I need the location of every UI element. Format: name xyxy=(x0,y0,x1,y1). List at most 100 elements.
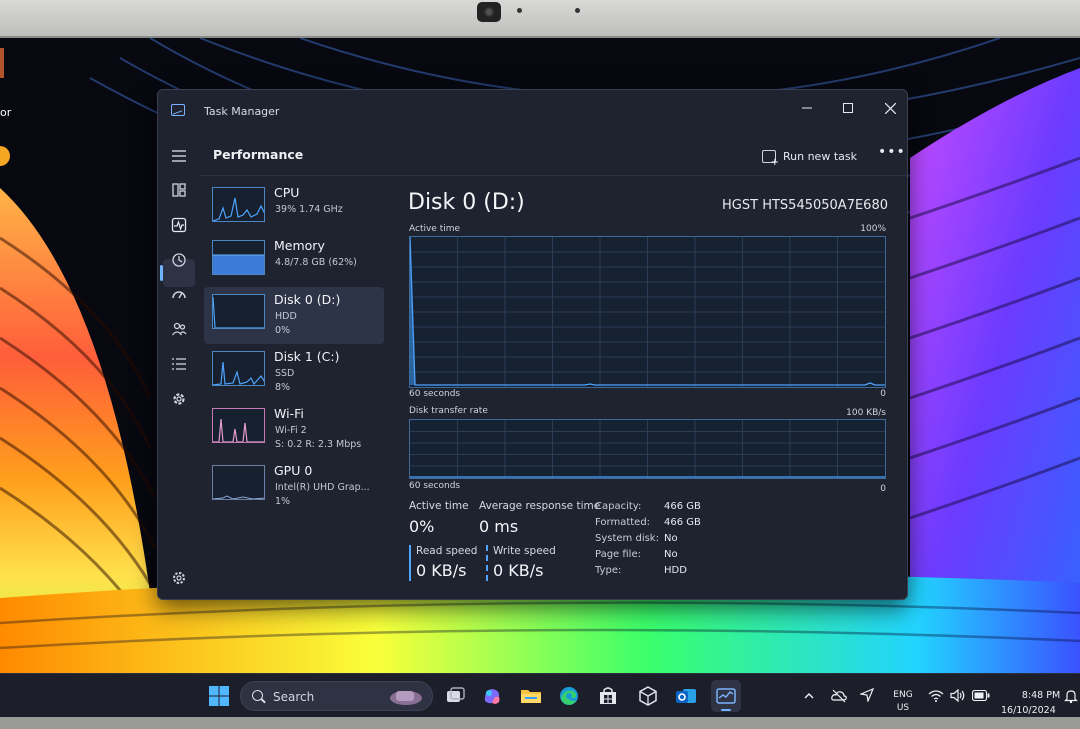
disk0-thumbnail-graph xyxy=(212,294,265,329)
memory-thumbnail-graph xyxy=(212,240,265,275)
rail-active-indicator xyxy=(160,265,163,281)
microsoft-store-icon[interactable] xyxy=(597,685,619,707)
maximize-button[interactable] xyxy=(831,95,865,121)
app-history-icon[interactable] xyxy=(167,248,191,272)
language-indicator[interactable]: ENG US xyxy=(892,689,914,715)
prop-label: Type: xyxy=(595,565,622,576)
taskbar: Search xyxy=(0,673,1080,717)
services-icon[interactable] xyxy=(167,387,191,411)
device-item-memory[interactable]: Memory 4.8/7.8 GB (62%) xyxy=(204,233,384,290)
navigation-rail xyxy=(158,138,200,599)
performance-icon[interactable] xyxy=(167,213,191,237)
minimize-button[interactable] xyxy=(790,95,824,121)
wifi-icon[interactable] xyxy=(928,689,944,705)
disk-title: Disk 0 (D:) xyxy=(408,190,525,215)
users-icon[interactable] xyxy=(167,317,191,341)
header-divider xyxy=(200,175,907,176)
close-icon xyxy=(884,102,896,115)
page-title: Performance xyxy=(213,147,304,162)
sensor-dot xyxy=(575,8,580,13)
graph2-max: 100 KB/s xyxy=(846,408,886,418)
device-name: Memory xyxy=(274,238,325,253)
window-title: Task Manager xyxy=(204,105,280,118)
gpu-thumbnail-graph xyxy=(212,465,265,500)
clock-time[interactable]: 8:48 PM xyxy=(1016,690,1066,701)
write-speed-value: 0 KB/s xyxy=(493,561,544,580)
volume-icon[interactable] xyxy=(950,688,966,705)
close-button[interactable] xyxy=(873,95,907,121)
sensor-dot xyxy=(517,8,522,13)
prop-label: Formatted: xyxy=(595,517,651,528)
prop-label: Capacity: xyxy=(595,501,642,512)
webcam xyxy=(477,2,501,22)
device-stat: 0% xyxy=(275,325,291,336)
device-type: SSD xyxy=(275,368,295,379)
prop-label: System disk: xyxy=(595,533,659,544)
wifi-thumbnail-graph xyxy=(212,408,265,443)
prop-value: No xyxy=(664,549,678,560)
file-explorer-icon[interactable] xyxy=(520,685,542,707)
task-view-icon[interactable] xyxy=(444,685,466,707)
device-item-cpu[interactable]: CPU 39% 1.74 GHz xyxy=(204,180,384,237)
cpu-thumbnail-graph xyxy=(212,187,265,222)
app-cube-icon[interactable] xyxy=(637,685,659,707)
active-time-value: 0% xyxy=(409,517,435,536)
settings-gear-icon[interactable] xyxy=(167,566,191,590)
prop-value: No xyxy=(664,533,678,544)
read-speed-value: 0 KB/s xyxy=(416,561,467,580)
device-item-disk0[interactable]: Disk 0 (D:) HDD 0% xyxy=(204,287,384,344)
start-button[interactable] xyxy=(208,685,230,707)
graph1-min: 0 xyxy=(880,389,886,399)
startup-apps-icon[interactable] xyxy=(167,283,191,307)
search-icon xyxy=(252,690,263,701)
run-new-task-label: Run new task xyxy=(783,149,857,163)
search-label: Search xyxy=(273,690,315,704)
avg-response-label: Average response time xyxy=(479,500,601,512)
notification-bell-icon[interactable] xyxy=(1064,689,1078,706)
avg-response-value: 0 ms xyxy=(479,517,519,536)
laptop-chin xyxy=(0,717,1080,729)
device-item-wifi[interactable]: Wi-Fi Wi-Fi 2 S: 0.2 R: 2.3 Mbps xyxy=(204,401,384,458)
active-time-graph xyxy=(409,236,886,388)
device-stat: 1% xyxy=(275,496,291,507)
maximize-icon xyxy=(843,103,853,113)
prop-value: 466 GB xyxy=(664,517,701,528)
prop-value: HDD xyxy=(664,565,687,576)
device-item-disk1[interactable]: Disk 1 (C:) SSD 8% xyxy=(204,344,384,401)
laptop-bezel xyxy=(0,0,1080,38)
language-label: ENG xyxy=(893,690,913,700)
battery-icon[interactable] xyxy=(971,689,990,704)
performance-device-list: CPU 39% 1.74 GHz Memory 4.8/7.8 GB (62%)… xyxy=(202,180,387,510)
chevron-up-icon[interactable] xyxy=(803,690,815,705)
write-speed-label: Write speed xyxy=(493,545,556,557)
run-new-task-button[interactable]: Run new task xyxy=(762,145,857,168)
device-stat: 4.8/7.8 GB (62%) xyxy=(275,257,357,268)
details-icon[interactable] xyxy=(167,352,191,376)
graph2-label: Disk transfer rate xyxy=(409,406,488,416)
location-icon[interactable] xyxy=(858,687,875,705)
graph2-time-label: 60 seconds xyxy=(409,481,461,491)
graph1-label: Active time xyxy=(409,224,461,234)
copilot-icon[interactable] xyxy=(481,685,503,707)
disk-model: HGST HTS545050A7E680 xyxy=(722,198,888,213)
outlook-icon[interactable] xyxy=(675,685,697,707)
search-highlight-icon xyxy=(390,691,422,705)
desktop-icon-label[interactable]: or xyxy=(0,106,11,119)
task-manager-window: Task Manager Performance + Run new task … xyxy=(157,89,908,600)
hamburger-menu-icon[interactable] xyxy=(167,144,191,168)
device-item-gpu[interactable]: GPU 0 Intel(R) UHD Grap... 1% xyxy=(204,458,384,515)
prop-value: 466 GB xyxy=(664,501,701,512)
taskbar-search-box[interactable]: Search xyxy=(240,681,433,711)
clock-date[interactable]: 16/10/2024 xyxy=(1001,705,1056,716)
disk1-thumbnail-graph xyxy=(212,351,265,386)
title-bar[interactable]: Task Manager xyxy=(158,90,907,126)
cloud-offline-icon[interactable] xyxy=(831,689,847,706)
device-stat: S: 0.2 R: 2.3 Mbps xyxy=(275,439,362,450)
processes-icon[interactable] xyxy=(167,178,191,202)
device-type: HDD xyxy=(275,311,297,322)
edge-browser-icon[interactable] xyxy=(558,685,580,707)
read-speed-indicator xyxy=(409,545,411,581)
more-options-icon[interactable]: ••• xyxy=(878,144,906,160)
device-name: Wi-Fi xyxy=(274,406,304,421)
task-manager-taskbar-icon[interactable] xyxy=(711,680,741,712)
